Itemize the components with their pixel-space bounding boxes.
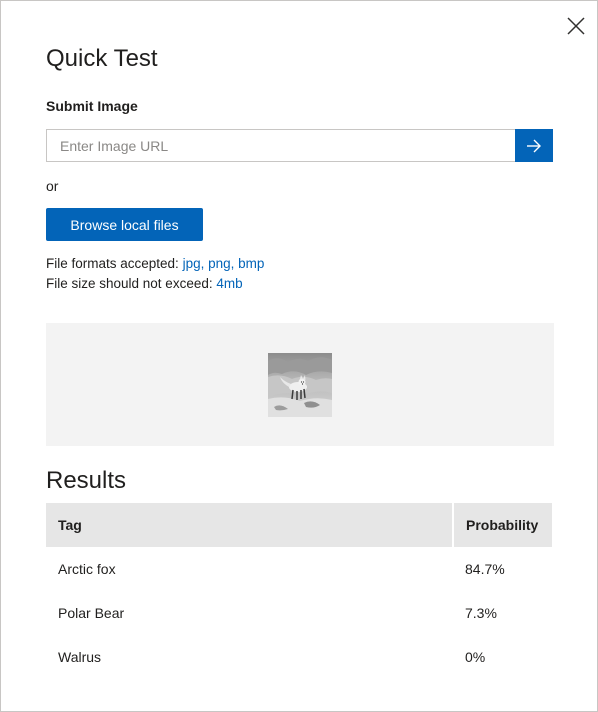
image-preview-area [46, 323, 554, 446]
submit-image-label: Submit Image [46, 98, 138, 114]
column-header-probability[interactable]: Probability [453, 503, 552, 547]
file-formats-label: File formats accepted: [46, 256, 179, 271]
result-tag: Arctic fox [58, 561, 116, 577]
column-header-tag[interactable]: Tag [46, 503, 454, 547]
file-formats-link[interactable]: jpg, png, bmp [183, 256, 265, 271]
table-row: Arctic fox 84.7% [46, 547, 552, 591]
results-title: Results [46, 467, 127, 494]
url-input-group [46, 129, 553, 162]
image-url-input[interactable] [46, 129, 515, 162]
table-row: Polar Bear 7.3% [46, 591, 552, 635]
file-size-label: File size should not exceed: [46, 276, 213, 291]
results-header-row: Tag Probability [46, 503, 552, 547]
dialog-title: Quick Test [46, 45, 158, 72]
close-icon [567, 17, 585, 35]
result-probability: 7.3% [465, 605, 497, 621]
file-size-link[interactable]: 4mb [216, 276, 242, 291]
result-probability: 84.7% [465, 561, 505, 577]
submit-url-button[interactable] [515, 129, 553, 162]
close-button[interactable] [565, 15, 587, 37]
quick-test-dialog: Quick Test Submit Image or Browse local … [0, 0, 598, 712]
browse-local-files-button[interactable]: Browse local files [46, 208, 203, 241]
arrow-right-icon [527, 139, 541, 152]
file-size-info: File size should not exceed: 4mb [46, 276, 243, 291]
result-tag: Walrus [58, 649, 102, 665]
result-tag: Polar Bear [58, 605, 125, 621]
result-probability: 0% [465, 649, 486, 665]
table-row: Walrus 0% [46, 635, 552, 679]
or-separator: or [46, 178, 59, 194]
results-table: Tag Probability Arctic fox 84.7% Polar B… [46, 503, 552, 679]
file-formats-info: File formats accepted: jpg, png, bmp [46, 256, 264, 271]
arctic-fox-thumbnail [268, 353, 332, 417]
